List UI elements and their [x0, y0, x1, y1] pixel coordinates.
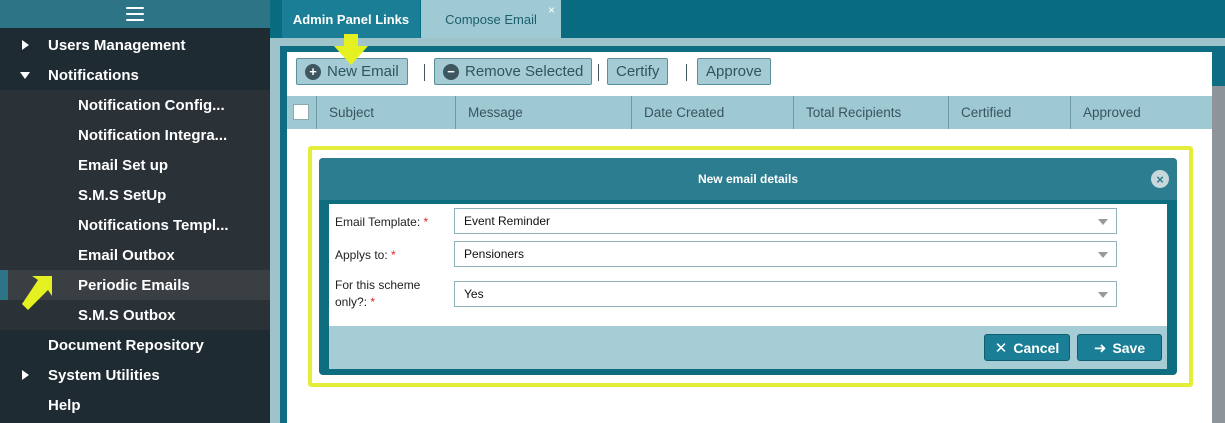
save-button[interactable]: ➜ Save	[1077, 334, 1162, 361]
sidebar-item-label: Help	[48, 396, 81, 414]
sidebar-item-label: System Utilities	[48, 366, 160, 384]
email-template-select[interactable]: Event Reminder	[454, 208, 1117, 234]
column-label: Total Recipients	[806, 105, 902, 120]
approve-label: Approve	[706, 63, 762, 80]
column-label: Date Created	[644, 105, 725, 120]
tab-compose-email[interactable]: Compose Email ×	[421, 0, 561, 38]
select-all-checkbox[interactable]	[293, 104, 309, 120]
toolbar-divider	[686, 64, 687, 81]
chevron-down-icon	[1098, 292, 1108, 298]
active-indicator	[0, 270, 8, 300]
required-marker: *	[370, 295, 376, 309]
field-label-text: Email Template:	[335, 215, 421, 229]
column-header-message[interactable]: Message	[455, 96, 631, 129]
cancel-button[interactable]: ✕ Cancel	[984, 334, 1070, 361]
dialog-header: New email details ×	[319, 158, 1177, 200]
required-marker: *	[391, 248, 396, 262]
sidebar-item-label: Notification Config...	[78, 96, 225, 114]
sidebar-item-email-setup[interactable]: Email Set up	[0, 150, 270, 180]
tab-admin-panel-links[interactable]: Admin Panel Links	[282, 0, 420, 38]
caret-right-icon	[22, 370, 29, 380]
scheme-only-select[interactable]: Yes	[454, 281, 1117, 307]
sidebar-item-label: Notifications	[48, 66, 139, 84]
column-header-total-recipients[interactable]: Total Recipients	[793, 96, 948, 129]
tab-bar: Admin Panel Links Compose Email ×	[270, 0, 1225, 38]
minus-circle-icon: −	[443, 63, 459, 80]
sidebar-item-notification-integration[interactable]: Notification Integra...	[0, 120, 270, 150]
dialog-footer: ✕ Cancel ➜ Save	[329, 326, 1167, 369]
column-label: Approved	[1083, 105, 1141, 120]
column-label: Subject	[329, 105, 375, 120]
sidebar-item-document-repository[interactable]: Document Repository	[0, 330, 270, 360]
sidebar-item-label: Users Management	[48, 36, 186, 54]
sidebar-item-label: Email Outbox	[78, 246, 175, 264]
sidebar-toggle[interactable]	[0, 0, 270, 28]
remove-selected-label: Remove Selected	[465, 63, 584, 80]
sidebar-item-sms-setup[interactable]: S.M.S SetUp	[0, 180, 270, 210]
tab-label: Compose Email	[445, 11, 537, 27]
sidebar-item-label: Notifications Templ...	[78, 216, 229, 234]
required-marker: *	[423, 215, 429, 229]
toolbar-divider	[424, 64, 425, 81]
scheme-only-label: For this scheme only?: *	[335, 277, 435, 311]
email-template-label: Email Template: *	[335, 214, 428, 231]
applys-to-select[interactable]: Pensioners	[454, 241, 1117, 267]
sidebar-item-notifications[interactable]: Notifications	[0, 60, 270, 90]
column-header-approved[interactable]: Approved	[1070, 96, 1212, 129]
sidebar-item-label: Notification Integra...	[78, 126, 228, 144]
sidebar-item-label: Email Set up	[78, 156, 169, 174]
selected-value: Event Reminder	[464, 214, 551, 228]
chevron-down-icon	[1098, 219, 1108, 225]
new-email-dialog: New email details × Email Template: * Ev…	[319, 158, 1177, 375]
close-icon: ✕	[994, 339, 1008, 357]
certify-button[interactable]: Certify	[607, 58, 669, 85]
column-label: Message	[468, 105, 523, 120]
sidebar: Users Management Notifications Notificat…	[0, 0, 270, 423]
selected-value: Pensioners	[464, 247, 525, 261]
sign-in-icon: ➜	[1093, 339, 1107, 357]
close-icon[interactable]: ×	[548, 3, 555, 17]
toolbar-divider	[598, 64, 599, 81]
sidebar-item-notification-config[interactable]: Notification Config...	[0, 90, 270, 120]
column-label: Certified	[961, 105, 1012, 120]
scrollbar[interactable]	[1212, 86, 1225, 423]
column-header-certified[interactable]: Certified	[948, 96, 1070, 129]
field-label-text: Applys to:	[335, 248, 388, 262]
cancel-label: Cancel	[1013, 339, 1060, 356]
approve-button[interactable]: Approve	[697, 58, 771, 85]
sidebar-item-help[interactable]: Help	[0, 390, 270, 420]
close-icon[interactable]: ×	[1151, 170, 1169, 188]
tab-label: Admin Panel Links	[292, 11, 410, 27]
field-label-text: For this scheme only?:	[335, 278, 421, 309]
certify-label: Certify	[616, 63, 660, 80]
sidebar-item-notifications-templates[interactable]: Notifications Templ...	[0, 210, 270, 240]
annotation-arrow-icon	[334, 34, 368, 65]
sidebar-item-label: Document Repository	[48, 336, 204, 354]
sidebar-item-system-utilities[interactable]: System Utilities	[0, 360, 270, 390]
table-header: Subject Message Date Created Total Recip…	[287, 96, 1212, 129]
caret-right-icon	[22, 40, 29, 50]
plus-circle-icon: +	[305, 63, 321, 80]
caret-down-icon	[20, 72, 30, 79]
sidebar-item-label: Periodic Emails	[78, 276, 190, 294]
remove-selected-button[interactable]: − Remove Selected	[434, 58, 593, 85]
sidebar-item-label: S.M.S Outbox	[78, 306, 176, 324]
column-header-subject[interactable]: Subject	[316, 96, 455, 129]
sidebar-item-label: S.M.S SetUp	[78, 186, 167, 204]
chevron-down-icon	[1098, 252, 1108, 258]
selected-value: Yes	[464, 287, 484, 301]
applys-to-label: Applys to: *	[335, 247, 396, 264]
hamburger-menu-icon[interactable]	[126, 7, 144, 21]
sidebar-item-users-management[interactable]: Users Management	[0, 30, 270, 60]
save-label: Save	[1112, 339, 1146, 356]
column-header-date-created[interactable]: Date Created	[631, 96, 793, 129]
dialog-title: New email details	[697, 172, 799, 186]
dialog-body: Email Template: * Event Reminder Applys …	[329, 204, 1167, 369]
sidebar-item-email-outbox[interactable]: Email Outbox	[0, 240, 270, 270]
annotation-arrow-icon	[22, 276, 52, 310]
